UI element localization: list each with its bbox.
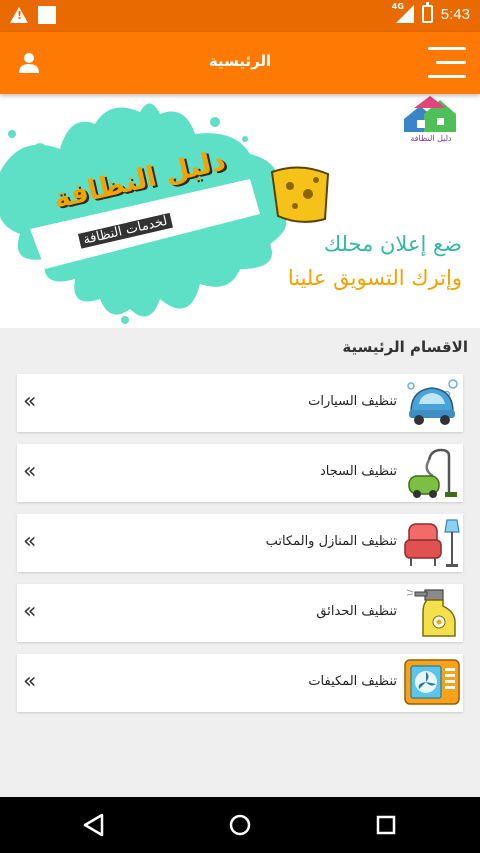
status-bar: 4G 5:43 <box>0 0 480 32</box>
category-item-carpet-cleaning[interactable]: تنظيف السجاد « <box>17 444 463 502</box>
category-label: تنظيف السجاد <box>319 464 397 479</box>
warning-icon <box>10 7 28 23</box>
car-wash-icon <box>407 379 458 425</box>
spray-bottle-icon <box>406 589 456 637</box>
category-item-home-office-cleaning[interactable]: تنظيف المنازل والمكاتب « <box>17 514 463 572</box>
vacuum-cleaner-icon <box>408 448 457 498</box>
menu-button[interactable] <box>426 44 468 82</box>
chevron-double-left-icon: « <box>23 529 37 554</box>
category-item-car-cleaning[interactable]: تنظيف السيارات « <box>17 374 463 432</box>
chevron-double-left-icon: « <box>23 669 37 694</box>
menu-icon-line <box>428 75 466 78</box>
clock: 5:43 <box>440 5 470 23</box>
notification-square-icon <box>38 6 56 24</box>
app-bar: الرئيسية <box>0 32 480 94</box>
signal-icon: 4G <box>391 2 414 23</box>
armchair-lamp-icon <box>404 519 460 567</box>
chevron-double-left-icon: « <box>23 599 37 624</box>
ad-line-2: وإترك التسويق علينا <box>287 266 462 290</box>
air-conditioner-icon <box>404 659 460 705</box>
category-label: تنظيف المنازل والمكاتب <box>265 534 397 549</box>
logo-icon <box>404 96 456 132</box>
network-type: 4G <box>391 2 404 11</box>
system-nav-bar <box>0 797 480 853</box>
sponge-icon <box>270 166 330 223</box>
home-icon[interactable] <box>226 811 254 839</box>
logo-caption: دليل النظافة <box>410 134 452 143</box>
category-item-garden-cleaning[interactable]: تنظيف الحدائق « <box>17 584 463 642</box>
category-label: تنظيف الحدائق <box>316 604 397 619</box>
menu-icon-line <box>428 47 466 50</box>
category-item-ac-cleaning[interactable]: تنظيف المكيفات « <box>17 654 463 712</box>
category-label: تنظيف السيارات <box>308 394 397 409</box>
section-title: الاقسام الرئيسية <box>342 338 468 356</box>
back-icon[interactable] <box>80 811 108 839</box>
ad-line-1: ضع إعلان محلك <box>323 232 462 256</box>
menu-icon-line <box>436 61 466 64</box>
recents-icon[interactable] <box>372 811 400 839</box>
ad-banner[interactable]: دليل النظافة دليل النظافة لخدمات النظافة… <box>0 94 480 328</box>
chevron-double-left-icon: « <box>23 459 37 484</box>
category-label: تنظيف المكيفات <box>308 674 397 689</box>
chevron-double-left-icon: « <box>23 389 37 414</box>
battery-charging-icon <box>421 2 433 23</box>
page-title: الرئيسية <box>208 52 272 70</box>
